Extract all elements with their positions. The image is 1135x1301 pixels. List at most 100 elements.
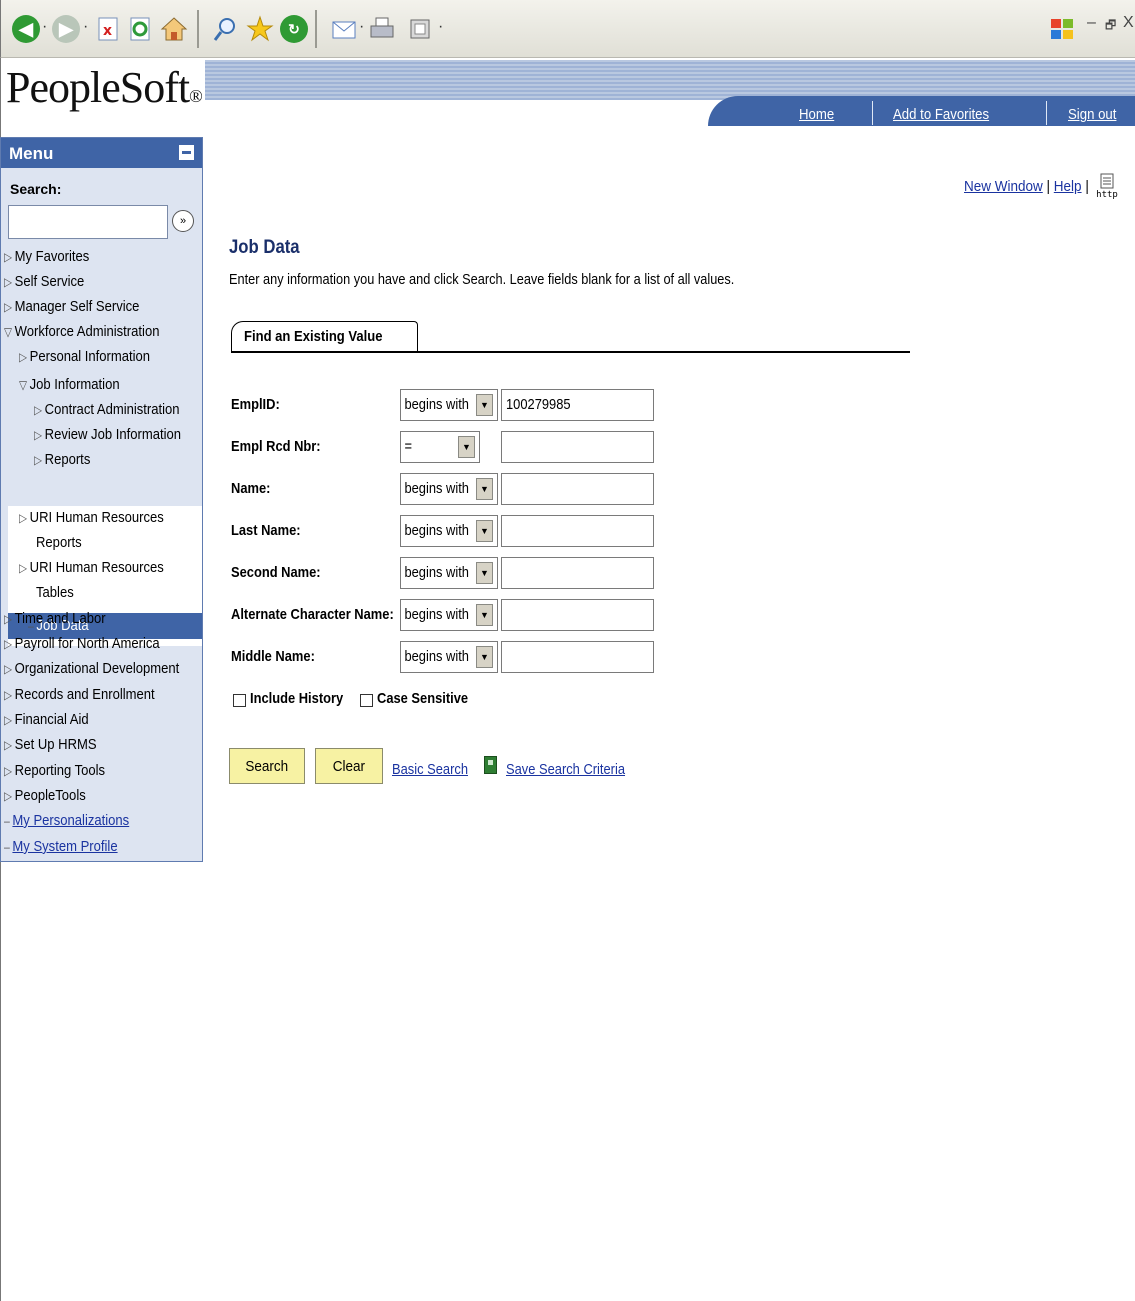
svg-text:x: x xyxy=(103,23,112,39)
empl-rcd-nbr-label: Empl Rcd Nbr: xyxy=(231,438,321,455)
dropdown-arrow-icon[interactable]: ▼ xyxy=(476,394,493,416)
menu-search-go-icon[interactable]: » xyxy=(172,210,194,232)
link-separator: | xyxy=(1046,178,1051,195)
menu-item-my-favorites[interactable]: ▷ My Favorites xyxy=(4,248,89,265)
last-name-label: Last Name: xyxy=(231,522,301,539)
dropdown-arrow-icon[interactable]: ▼ xyxy=(458,436,475,458)
edit-dropdown-icon[interactable]: · xyxy=(438,18,443,36)
menu-item-contract-administration[interactable]: ▷ Contract Administration xyxy=(34,401,180,418)
menu-item-uri-human-resources-tables-cont[interactable]: Tables xyxy=(36,584,74,601)
minimize-icon[interactable]: – xyxy=(1087,14,1096,32)
menu-item-uri-human-resources-tables[interactable]: ▷ URI Human Resources xyxy=(19,559,164,576)
header-separator xyxy=(1046,101,1047,125)
triangle-right-icon: ▷ xyxy=(34,403,43,417)
menu-title: Menu xyxy=(9,144,54,163)
tab-find-existing-value[interactable]: Find an Existing Value xyxy=(231,321,419,352)
emplid-label: EmplID: xyxy=(231,396,280,413)
menu-item-my-system-profile[interactable]: – My System Profile xyxy=(4,838,118,855)
search-icon[interactable] xyxy=(211,14,241,44)
dropdown-arrow-icon[interactable]: ▼ xyxy=(476,604,493,626)
second-name-operator-select[interactable]: begins with ▼ xyxy=(400,557,498,589)
empl-rcd-nbr-input[interactable] xyxy=(501,431,654,463)
dropdown-arrow-icon[interactable]: ▼ xyxy=(476,562,493,584)
forward-dropdown-icon[interactable]: · xyxy=(83,18,88,36)
refresh-icon[interactable] xyxy=(125,14,155,44)
menu-item-personal-information[interactable]: ▷ Personal Information xyxy=(19,348,150,365)
name-label: Name: xyxy=(231,480,271,497)
basic-search-link[interactable]: Basic Search xyxy=(392,761,468,778)
triangle-right-icon: ▷ xyxy=(34,453,43,467)
triangle-right-icon: ▷ xyxy=(4,713,13,727)
menu-item-job-information[interactable]: ▽ Job Information xyxy=(19,376,120,393)
menu-item-review-job-information[interactable]: ▷ Review Job Information xyxy=(34,426,181,443)
mail-icon[interactable] xyxy=(329,14,359,44)
browser-toolbar: ◀ · ▶ · x ↻ · · – 🗗 X xyxy=(0,0,1135,58)
page-instructions: Enter any information you have and click… xyxy=(229,271,735,288)
add-to-favorites-link[interactable]: Add to Favorites xyxy=(893,106,989,123)
http-link-icon[interactable]: http xyxy=(1096,173,1118,203)
include-history-checkbox[interactable] xyxy=(233,694,246,707)
middle-name-input[interactable] xyxy=(501,641,654,673)
menu-item-reports[interactable]: ▷ Reports xyxy=(34,451,90,468)
search-button[interactable]: Search xyxy=(229,748,305,784)
second-name-input[interactable] xyxy=(501,557,654,589)
back-dropdown-icon[interactable]: · xyxy=(42,18,47,36)
name-input[interactable] xyxy=(501,473,654,505)
menu-item-set-up-hrms[interactable]: ▷ Set Up HRMS xyxy=(4,736,97,753)
emplid-input[interactable]: 100279985 xyxy=(501,389,654,421)
case-sensitive-checkbox[interactable] xyxy=(360,694,373,707)
dropdown-arrow-icon[interactable]: ▼ xyxy=(476,646,493,668)
middle-name-label: Middle Name: xyxy=(231,648,315,665)
alternate-character-name-operator-select[interactable]: begins with ▼ xyxy=(400,599,498,631)
menu-item-payroll[interactable]: ▷ Payroll for North America xyxy=(4,635,160,652)
save-icon[interactable] xyxy=(484,756,497,774)
menu-collapse-icon[interactable] xyxy=(179,145,194,160)
new-window-link[interactable]: New Window xyxy=(964,178,1043,195)
menu-item-peopletools[interactable]: ▷ PeopleTools xyxy=(4,787,86,804)
dropdown-arrow-icon[interactable]: ▼ xyxy=(476,478,493,500)
windows-logo-icon xyxy=(1047,14,1077,44)
edit-icon[interactable] xyxy=(405,14,435,44)
forward-icon[interactable]: ▶ xyxy=(51,14,81,44)
header-separator xyxy=(872,101,873,125)
triangle-down-icon: ▽ xyxy=(19,378,28,392)
menu-item-workforce-administration[interactable]: ▽ Workforce Administration xyxy=(4,323,159,340)
empl-rcd-nbr-operator-select[interactable]: = ▼ xyxy=(400,431,480,463)
toolbar-separator xyxy=(315,10,317,48)
favorites-icon[interactable] xyxy=(245,14,275,44)
dropdown-arrow-icon[interactable]: ▼ xyxy=(476,520,493,542)
menu-item-financial-aid[interactable]: ▷ Financial Aid xyxy=(4,711,89,728)
help-link[interactable]: Help xyxy=(1054,178,1082,195)
menu-header: Menu xyxy=(1,138,202,168)
clear-button[interactable]: Clear xyxy=(315,748,383,784)
triangle-right-icon: ▷ xyxy=(4,738,13,752)
menu-item-organizational-development[interactable]: ▷ Organizational Development xyxy=(4,660,179,677)
menu-item-uri-human-resources-reports[interactable]: ▷ URI Human Resources xyxy=(19,509,164,526)
print-icon[interactable] xyxy=(367,14,397,44)
triangle-right-icon: ▷ xyxy=(19,511,28,525)
save-search-criteria-link[interactable]: Save Search Criteria xyxy=(506,761,625,778)
home-icon[interactable] xyxy=(159,14,189,44)
restore-icon[interactable]: 🗗 xyxy=(1105,16,1116,37)
menu-item-uri-human-resources-reports-cont[interactable]: Reports xyxy=(36,534,82,551)
back-icon[interactable]: ◀ xyxy=(11,14,41,44)
home-link[interactable]: Home xyxy=(799,106,834,123)
menu-item-manager-self-service[interactable]: ▷ Manager Self Service xyxy=(4,298,139,315)
alternate-character-name-input[interactable] xyxy=(501,599,654,631)
menu-item-self-service[interactable]: ▷ Self Service xyxy=(4,273,84,290)
close-icon[interactable]: X xyxy=(1123,14,1134,32)
menu-item-my-personalizations[interactable]: – My Personalizations xyxy=(4,812,129,829)
menu-item-time-and-labor[interactable]: ▷ Time and Labor xyxy=(4,610,106,627)
sign-out-link[interactable]: Sign out xyxy=(1068,106,1116,123)
emplid-operator-select[interactable]: begins with ▼ xyxy=(400,389,498,421)
last-name-input[interactable] xyxy=(501,515,654,547)
history-icon[interactable]: ↻ xyxy=(279,14,309,44)
menu-item-records-and-enrollment[interactable]: ▷ Records and Enrollment xyxy=(4,686,155,703)
name-operator-select[interactable]: begins with ▼ xyxy=(400,473,498,505)
menu-item-reporting-tools[interactable]: ▷ Reporting Tools xyxy=(4,762,105,779)
stop-icon[interactable]: x xyxy=(93,14,123,44)
last-name-operator-select[interactable]: begins with ▼ xyxy=(400,515,498,547)
mail-dropdown-icon[interactable]: · xyxy=(359,18,364,36)
middle-name-operator-select[interactable]: begins with ▼ xyxy=(400,641,498,673)
menu-search-input[interactable] xyxy=(8,205,168,239)
